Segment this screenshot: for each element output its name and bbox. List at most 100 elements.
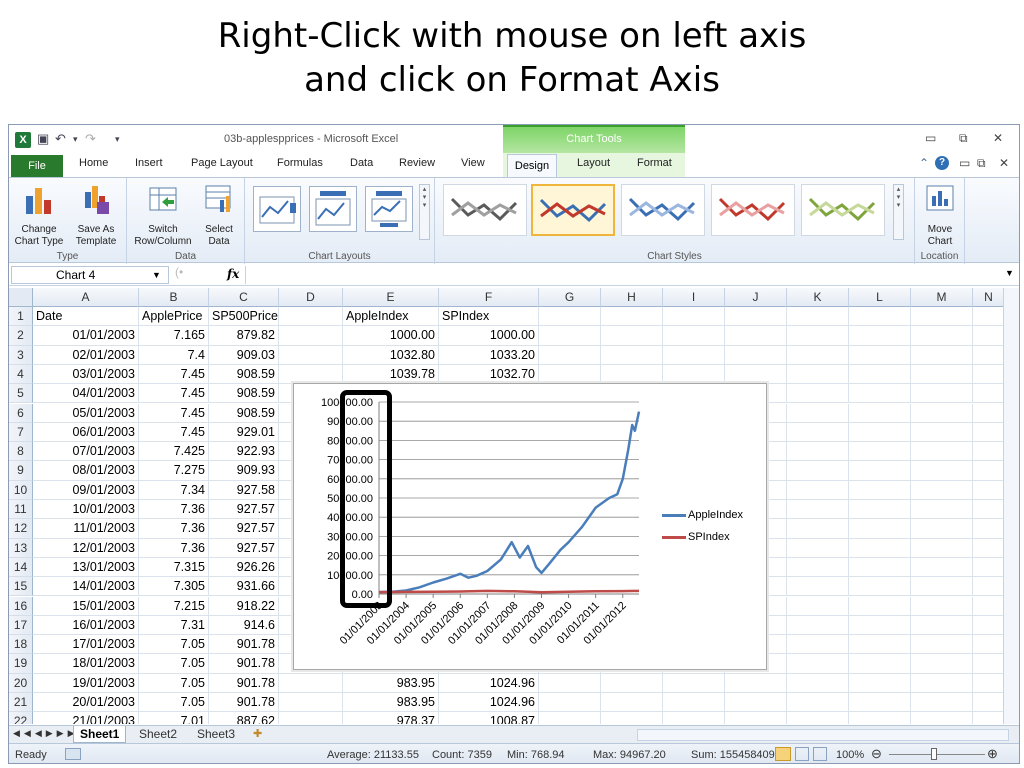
cell-m11[interactable] [911,500,973,520]
cell-e21[interactable]: 983.95 [343,693,439,713]
cell-c14[interactable]: 926.26 [209,557,279,578]
cell-m9[interactable] [911,461,973,481]
cell-i22[interactable] [663,712,725,724]
cell-f1[interactable]: SPIndex [439,307,539,327]
zoom-slider[interactable] [889,754,985,755]
cell-n4[interactable] [973,364,1005,385]
cell-i2[interactable] [663,326,725,346]
cell-d1[interactable] [279,307,343,327]
redo-icon[interactable]: ↷ [85,131,96,147]
cell-b17[interactable]: 7.31 [139,615,209,636]
move-chart-button[interactable]: Move Chart [919,182,961,248]
cell-n9[interactable] [973,461,1005,481]
row-header-12[interactable]: 12 [9,519,33,539]
chart-style-1[interactable] [443,184,527,236]
cell-m7[interactable] [911,422,973,443]
cell-d21[interactable] [279,693,343,713]
cell-m5[interactable] [911,384,973,404]
tab-file[interactable]: File [11,155,63,177]
cell-l1[interactable] [849,307,911,327]
cell-c21[interactable]: 901.78 [209,693,279,713]
cell-c15[interactable]: 931.66 [209,577,279,597]
cell-k1[interactable] [787,307,849,327]
cell-d3[interactable] [279,345,343,365]
cell-c8[interactable]: 922.93 [209,442,279,462]
cell-a8[interactable]: 07/01/2003 [33,442,139,462]
row-header-7[interactable]: 7 [9,422,33,443]
cell-a16[interactable]: 15/01/2003 [33,596,139,616]
cell-a1[interactable]: Date [33,307,139,327]
cell-b3[interactable]: 7.4 [139,345,209,365]
cell-m10[interactable] [911,480,973,500]
cell-c2[interactable]: 879.82 [209,326,279,346]
cell-a18[interactable]: 17/01/2003 [33,635,139,655]
cell-n21[interactable] [973,693,1005,713]
cell-n12[interactable] [973,519,1005,539]
cell-a11[interactable]: 10/01/2003 [33,500,139,520]
cell-b22[interactable]: 7.01 [139,712,209,724]
vertical-scrollbar[interactable] [1003,288,1019,724]
zoom-in-icon[interactable]: ⊕ [987,746,998,762]
tab-home[interactable]: Home [79,157,108,169]
cell-l17[interactable] [849,615,911,636]
customize-qat-icon[interactable]: ▾ [115,134,120,145]
cell-i4[interactable] [663,364,725,385]
save-as-template-button[interactable]: Save As Template [69,182,123,248]
cell-n7[interactable] [973,422,1005,443]
close-icon[interactable]: ✕ [993,131,1003,145]
cell-c18[interactable]: 901.78 [209,635,279,655]
tab-insert[interactable]: Insert [135,157,163,169]
cell-b2[interactable]: 7.165 [139,326,209,346]
cell-g20[interactable] [539,673,601,693]
cell-a20[interactable]: 19/01/2003 [33,673,139,693]
cell-c12[interactable]: 927.57 [209,519,279,539]
cell-m4[interactable] [911,364,973,385]
page-break-view-icon[interactable] [813,747,827,761]
cell-f21[interactable]: 1024.96 [439,693,539,713]
cell-c10[interactable]: 927.58 [209,480,279,500]
cell-c4[interactable]: 908.59 [209,364,279,385]
cell-m2[interactable] [911,326,973,346]
cell-c7[interactable]: 929.01 [209,422,279,443]
sheet-tab-sheet1[interactable]: Sheet1 [73,726,127,743]
page-layout-view-icon[interactable] [795,747,809,761]
cell-j2[interactable] [725,326,787,346]
cell-d4[interactable] [279,364,343,385]
cell-g21[interactable] [539,693,601,713]
cell-n11[interactable] [973,500,1005,520]
cell-b5[interactable]: 7.45 [139,384,209,404]
cell-e1[interactable]: AppleIndex [343,307,439,327]
cell-a22[interactable]: 21/01/2003 [33,712,139,724]
cell-c5[interactable]: 908.59 [209,384,279,404]
cell-m20[interactable] [911,673,973,693]
cell-b15[interactable]: 7.305 [139,577,209,597]
horizontal-scrollbar[interactable] [637,729,1009,741]
cell-h22[interactable] [601,712,663,724]
cell-a13[interactable]: 12/01/2003 [33,538,139,558]
tab-review[interactable]: Review [399,157,435,169]
cell-k22[interactable] [787,712,849,724]
cell-b16[interactable]: 7.215 [139,596,209,616]
cell-k13[interactable] [787,538,849,558]
cell-l12[interactable] [849,519,911,539]
tab-page-layout[interactable]: Page Layout [191,157,253,169]
select-all-corner[interactable] [9,288,33,307]
cell-l10[interactable] [849,480,911,500]
save-icon[interactable]: ▣ [37,131,49,147]
cell-h21[interactable] [601,693,663,713]
tab-design[interactable]: Design [507,154,557,178]
tab-format[interactable]: Format [637,157,672,169]
chart-style-2[interactable] [531,184,615,236]
cell-b4[interactable]: 7.45 [139,364,209,385]
cell-k17[interactable] [787,615,849,636]
cell-k4[interactable] [787,364,849,385]
cell-m18[interactable] [911,635,973,655]
cell-h2[interactable] [601,326,663,346]
cell-l2[interactable] [849,326,911,346]
cell-b1[interactable]: ApplePrice [139,307,209,327]
row-header-13[interactable]: 13 [9,538,33,558]
cell-a4[interactable]: 03/01/2003 [33,364,139,385]
cell-b11[interactable]: 7.36 [139,500,209,520]
cell-i3[interactable] [663,345,725,365]
cell-k3[interactable] [787,345,849,365]
